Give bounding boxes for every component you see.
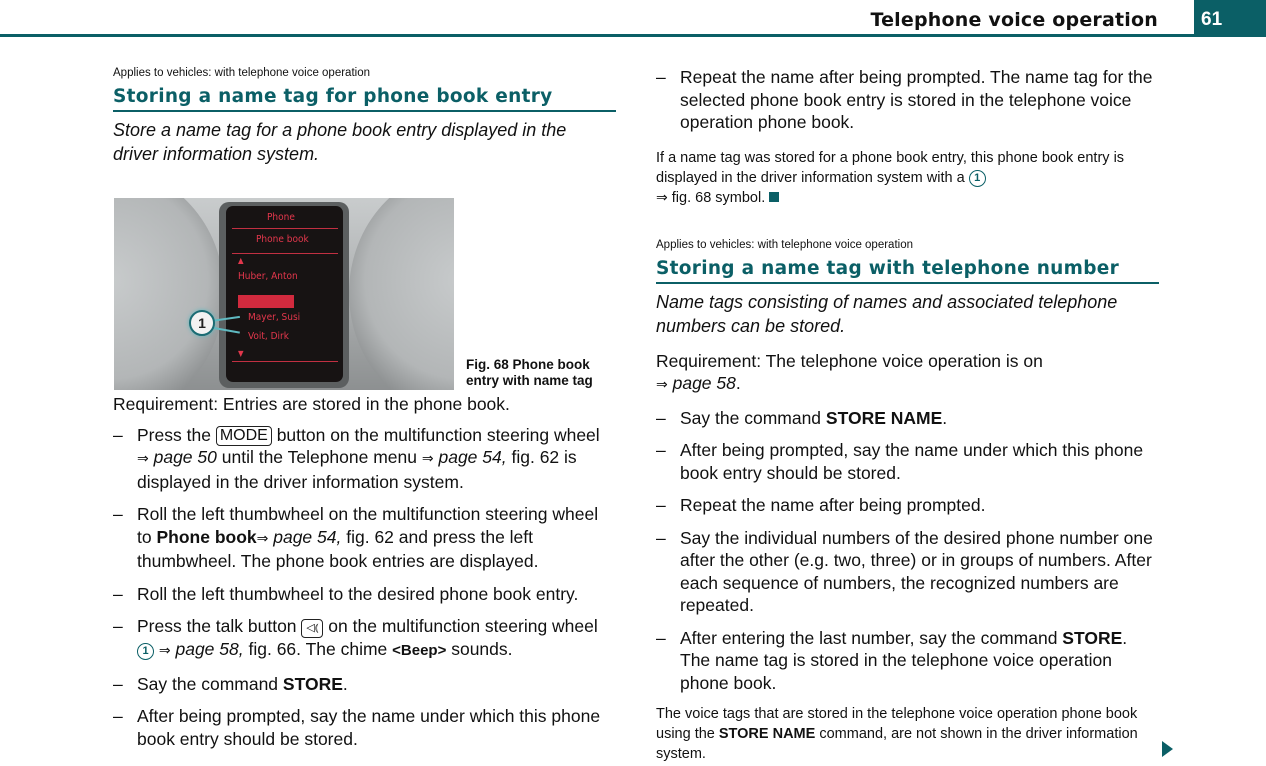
instrument-cluster-image: Phone Phone book ▲ Huber, Anton Mayer, S… [114,198,454,390]
step-item: Roll the left thumbwheel to the desired … [113,583,616,606]
right-column: Repeat the name after being prompted. Th… [656,66,1159,764]
ref-arrow-icon: ⇒ [158,643,171,659]
voice-command: STORE [1062,627,1123,648]
ref-arrow-icon: ⇒ [656,377,668,393]
callout-1: 1 [189,310,215,336]
footnote: The voice tags that are stored in the te… [656,706,1138,762]
step-item: Roll the left thumbwheel on the multifun… [113,503,616,573]
requirement: Requirement: Entries are stored in the p… [113,394,510,414]
step-item: Say the command STORE NAME. [656,407,1159,430]
note-paragraph: If a name tag was stored for a phone boo… [656,149,1125,206]
next-page-arrow-icon[interactable] [1162,741,1173,757]
left-gauge [114,198,224,390]
step-item: After being prompted, say the name under… [656,439,1159,484]
step-item: After entering the last number, say the … [656,627,1159,695]
step-item: Press the MODE button on the multifuncti… [113,424,616,494]
figure-68: Phone Phone book ▲ Huber, Anton Mayer, S… [113,198,616,393]
steps-list: Press the MODE button on the multifuncti… [113,424,616,751]
page-number: 61 [1201,9,1223,30]
display-entry: Huber, Anton [238,271,298,282]
page-ref[interactable]: page 58 [673,373,736,393]
chime-label: <Beep> [392,642,447,659]
page-ref[interactable]: page 50 [154,447,217,467]
step-item: Repeat the name after being prompted. [656,494,1159,517]
step-item: Repeat the name after being prompted. Th… [656,66,1159,134]
end-of-section-icon [769,191,780,202]
steps-list-continued: Repeat the name after being prompted. Th… [656,66,1159,134]
mode-button-key: MODE [215,425,272,446]
voice-command: STORE NAME [825,407,943,428]
display-line-phonebook: Phone book [256,234,309,245]
requirement: Requirement: The telephone voice operati… [656,350,1043,394]
ref-arrow-icon: ⇒ [421,451,434,467]
section-intro: Store a name tag for a phone book entry … [113,120,567,164]
voice-command: STORE [282,673,343,694]
ref-arrow-icon: ⇒ [656,189,668,206]
display-entry-tagged: Mayer, Susi [248,312,301,323]
menu-name: Phone book [156,526,257,547]
right-gauge [349,198,454,390]
page-ref[interactable]: page 54, [273,527,341,547]
display-selected-entry [238,295,294,308]
applies-note: Applies to vehicles: with telephone voic… [656,238,913,251]
ref-arrow-icon: ⇒ [256,530,269,547]
circled-number-1-icon: 1 [968,169,986,187]
display-up-arrow: ▲ [238,256,244,265]
talk-button-icon: ◁⦅ [301,619,324,638]
step-item: After being prompted, say the name under… [113,705,616,750]
step-item: Say the command STORE. [113,673,616,696]
display-divider [232,361,338,362]
display-divider [232,253,338,254]
display-entry-tagged: Voit, Dirk [248,331,289,342]
display-line-phone: Phone [267,212,295,223]
section-title: Storing a name tag for phone book entry [113,85,616,112]
step-item: Press the talk button ◁⦅ on the multifun… [113,615,616,663]
circled-number-1-icon: 1 [137,643,154,660]
display-down-arrow: ▼ [238,349,244,358]
section-intro: Name tags consisting of names and associ… [656,291,1118,336]
left-column: Applies to vehicles: with telephone voic… [113,66,616,760]
page-number-box: 61 [1194,0,1266,36]
steps-list: Say the command STORE NAME. After being … [656,407,1159,695]
display-divider [232,228,338,229]
running-title: Telephone voice operation [870,9,1158,31]
header-rule [0,34,1266,37]
page-ref[interactable]: page 58, [175,639,243,659]
figure-caption: Fig. 68 Phone book entry with name tag [466,357,593,388]
applies-note: Applies to vehicles: with telephone voic… [113,67,370,79]
section-title: Storing a name tag with telephone number [656,257,1159,284]
ref-arrow-icon: ⇒ [137,451,149,467]
page-ref[interactable]: page 54, [438,447,506,467]
voice-command: STORE NAME [718,726,816,742]
step-item: Say the individual numbers of the desire… [656,527,1159,617]
